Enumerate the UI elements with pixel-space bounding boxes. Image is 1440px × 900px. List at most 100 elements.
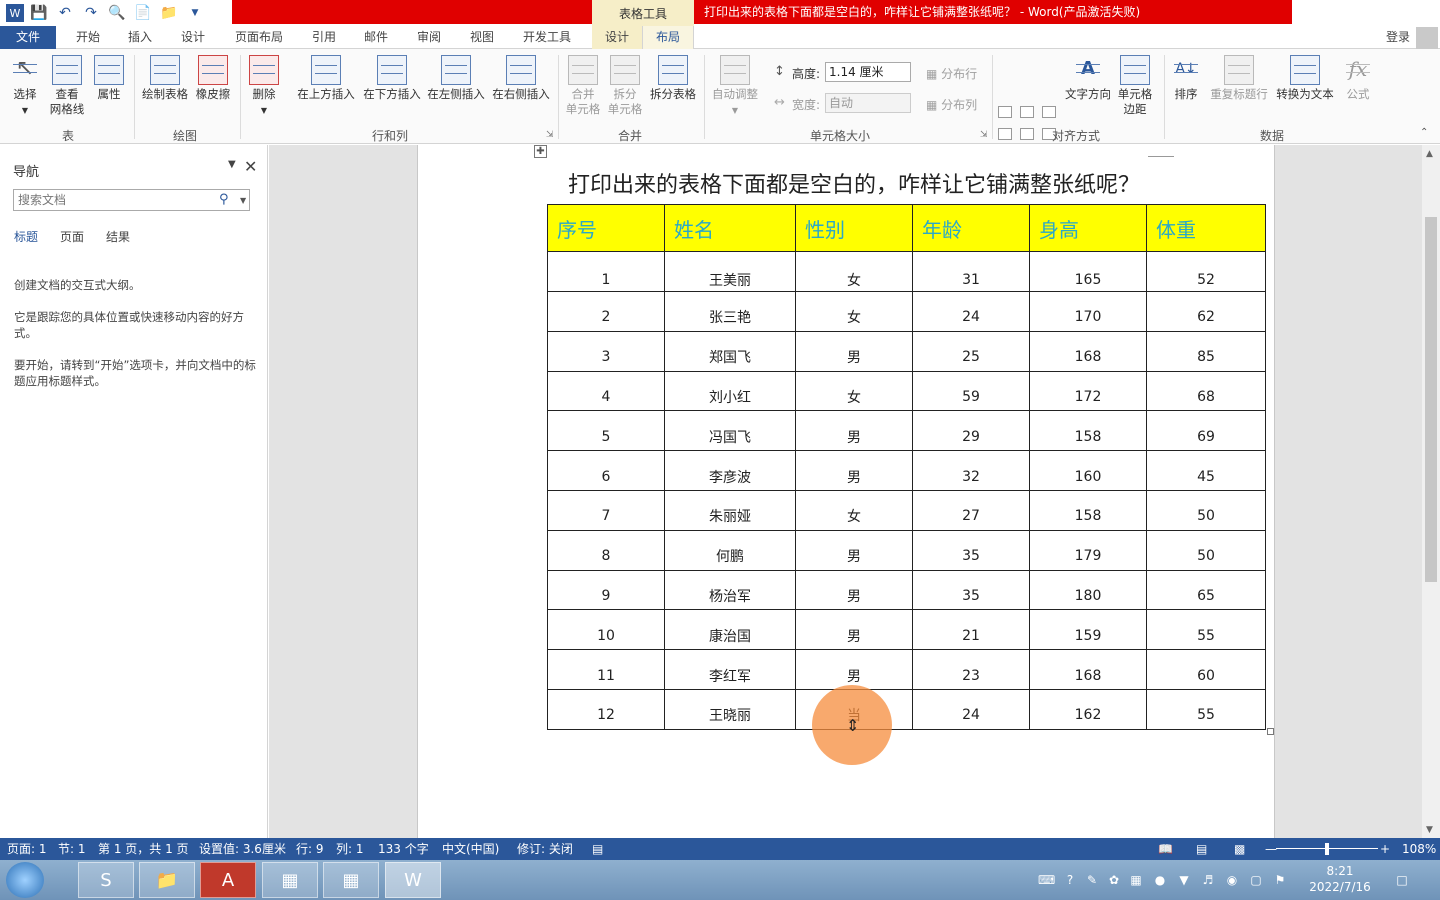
autocad-taskbar-icon[interactable]: A bbox=[200, 862, 256, 898]
cell-age[interactable]: 23 bbox=[912, 649, 1030, 690]
customize-qat-icon[interactable]: ▼ bbox=[184, 2, 206, 24]
align-middle-left-icon[interactable] bbox=[998, 128, 1012, 140]
cell-age[interactable]: 32 bbox=[912, 450, 1030, 491]
cell-weight[interactable]: 62 bbox=[1146, 291, 1266, 332]
flower-tray-icon[interactable]: ✿ bbox=[1106, 872, 1122, 888]
zoom-slider-knob[interactable] bbox=[1325, 843, 1329, 855]
distribute-rows-button[interactable]: ▦ 分布行 bbox=[926, 65, 977, 82]
mute-tray-icon[interactable]: ▼ bbox=[1176, 872, 1192, 888]
split-cells-button[interactable]: 拆分 单元格 bbox=[604, 55, 646, 117]
cell-age[interactable]: 35 bbox=[912, 569, 1030, 611]
status-position[interactable]: 设置值: 3.6厘米 bbox=[199, 838, 286, 860]
cell-weight[interactable]: 50 bbox=[1146, 489, 1266, 531]
flag-tray-icon[interactable]: ⚑ bbox=[1272, 872, 1288, 888]
nav-close-icon[interactable]: ✕ bbox=[244, 157, 257, 176]
cell-height[interactable]: 159 bbox=[1029, 609, 1147, 651]
header-cell-age[interactable]: 年龄 bbox=[912, 204, 1030, 252]
convert-to-text-button[interactable]: 转换为文本 bbox=[1272, 55, 1338, 102]
restore-icon[interactable]: ❐ bbox=[1382, 0, 1411, 24]
cell-weight[interactable]: 50 bbox=[1146, 529, 1266, 571]
cell-name[interactable]: 康治国 bbox=[664, 609, 796, 651]
cell-height[interactable]: 179 bbox=[1029, 529, 1147, 571]
eraser-button[interactable]: 橡皮擦 bbox=[192, 55, 234, 102]
draw-table-button[interactable]: 绘制表格 bbox=[140, 55, 190, 102]
height-spinner[interactable]: 1.14 厘米 bbox=[825, 62, 911, 82]
cell-age[interactable]: 25 bbox=[912, 330, 1030, 372]
start-button-icon[interactable] bbox=[6, 862, 44, 898]
app-taskbar-icon[interactable]: ▦ bbox=[262, 862, 318, 898]
sort-button[interactable]: A↓ 排序 bbox=[1168, 55, 1204, 102]
tab-references[interactable]: 引用 bbox=[308, 26, 340, 49]
read-mode-icon[interactable]: 📖 bbox=[1158, 838, 1173, 860]
cell-age[interactable]: 24 bbox=[912, 688, 1030, 730]
help-button[interactable]: ? bbox=[1295, 0, 1324, 24]
cell-weight[interactable]: 55 bbox=[1146, 609, 1266, 651]
macro-record-icon[interactable]: ▤ bbox=[592, 838, 603, 860]
text-direction-button[interactable]: A 文字方向 bbox=[1062, 55, 1114, 102]
minimize-icon[interactable]: — bbox=[1353, 0, 1382, 24]
cell-gender[interactable]: 女 bbox=[795, 291, 913, 332]
formula-button[interactable]: fx 公式 bbox=[1340, 55, 1376, 102]
cell-name[interactable]: 王美丽 bbox=[664, 251, 796, 292]
tab-insert[interactable]: 插入 bbox=[124, 26, 156, 49]
cell-height[interactable]: 168 bbox=[1029, 649, 1147, 690]
status-language[interactable]: 中文(中国) bbox=[442, 838, 499, 860]
insert-left-button[interactable]: 在左侧插入 bbox=[424, 55, 488, 102]
web-layout-icon[interactable]: ▩ bbox=[1234, 838, 1245, 860]
cell-age[interactable]: 35 bbox=[912, 529, 1030, 571]
keyboard-tray-icon[interactable]: ⌨ bbox=[1038, 872, 1055, 888]
header-cell-gender[interactable]: 性别 bbox=[795, 204, 913, 252]
cell-index[interactable]: 12 bbox=[547, 688, 665, 730]
cell-gender[interactable]: 男 bbox=[795, 330, 913, 372]
open-folder-icon[interactable]: 📁 bbox=[158, 2, 180, 24]
cell-height[interactable]: 162 bbox=[1029, 688, 1147, 730]
file-explorer-taskbar-icon[interactable]: 📁 bbox=[139, 862, 195, 898]
cell-index[interactable]: 10 bbox=[547, 609, 665, 651]
insert-right-button[interactable]: 在右侧插入 bbox=[489, 55, 553, 102]
status-track-changes[interactable]: 修订: 关闭 bbox=[517, 838, 573, 860]
cell-age[interactable]: 31 bbox=[912, 251, 1030, 292]
taskbar-clock[interactable]: 8:21 2022/7/16 bbox=[1306, 863, 1374, 895]
tab-mailings[interactable]: 邮件 bbox=[360, 26, 392, 49]
repeat-header-button[interactable]: 重复标题行 bbox=[1206, 55, 1272, 102]
cell-age[interactable]: 59 bbox=[912, 370, 1030, 412]
cell-height[interactable]: 160 bbox=[1029, 450, 1147, 491]
cell-age[interactable]: 24 bbox=[912, 291, 1030, 332]
cell-gender[interactable]: 男 bbox=[795, 609, 913, 651]
word-icon[interactable]: W bbox=[6, 4, 24, 22]
network-tray-icon[interactable]: ◉ bbox=[1224, 872, 1240, 888]
cell-weight[interactable]: 69 bbox=[1146, 410, 1266, 452]
cell-index[interactable]: 5 bbox=[547, 410, 665, 452]
scrollbar-thumb[interactable] bbox=[1425, 217, 1437, 582]
properties-button[interactable]: 属性 bbox=[92, 55, 126, 102]
tab-home[interactable]: 开始 bbox=[72, 26, 104, 49]
cell-weight[interactable]: 65 bbox=[1146, 569, 1266, 611]
header-cell-height[interactable]: 身高 bbox=[1029, 204, 1147, 252]
zoom-level[interactable]: 108% bbox=[1402, 838, 1436, 860]
search-dropdown-icon[interactable]: ▼ bbox=[240, 196, 246, 205]
save-icon[interactable]: 💾 bbox=[28, 2, 50, 24]
cell-gender[interactable]: 男 bbox=[795, 450, 913, 491]
insert-above-button[interactable]: 在上方插入 bbox=[294, 55, 358, 102]
cell-name[interactable]: 刘小红 bbox=[664, 370, 796, 412]
cell-gender[interactable]: 男 bbox=[795, 569, 913, 611]
document-page[interactable]: ✚ 打印出来的表格下面都是空白的，咋样让它铺满整张纸呢？ 序号 姓名 性别 年龄… bbox=[417, 145, 1275, 838]
cell-weight[interactable]: 60 bbox=[1146, 649, 1266, 690]
cell-margins-button[interactable]: 单元格 边距 bbox=[1114, 55, 1156, 117]
collapse-ribbon-icon[interactable]: ⌃ bbox=[1420, 127, 1428, 138]
cell-age[interactable]: 21 bbox=[912, 609, 1030, 651]
cell-index[interactable]: 9 bbox=[547, 569, 665, 611]
cell-gender[interactable]: 男 bbox=[795, 529, 913, 571]
dialog-launcher-icon[interactable]: ⇲ bbox=[980, 130, 988, 140]
cell-index[interactable]: 4 bbox=[547, 370, 665, 412]
cell-weight[interactable]: 52 bbox=[1146, 251, 1266, 292]
align-middle-center-icon[interactable] bbox=[1020, 128, 1034, 140]
cell-gender[interactable]: 男 bbox=[795, 410, 913, 452]
cell-index[interactable]: 7 bbox=[547, 489, 665, 531]
cell-gender[interactable]: 女 bbox=[795, 489, 913, 531]
cell-height[interactable]: 158 bbox=[1029, 410, 1147, 452]
grid-tray-icon[interactable]: ▦ bbox=[1128, 872, 1144, 888]
distribute-cols-button[interactable]: ▦ 分布列 bbox=[926, 96, 977, 113]
cell-weight[interactable]: 68 bbox=[1146, 370, 1266, 412]
header-cell-weight[interactable]: 体重 bbox=[1146, 204, 1266, 252]
